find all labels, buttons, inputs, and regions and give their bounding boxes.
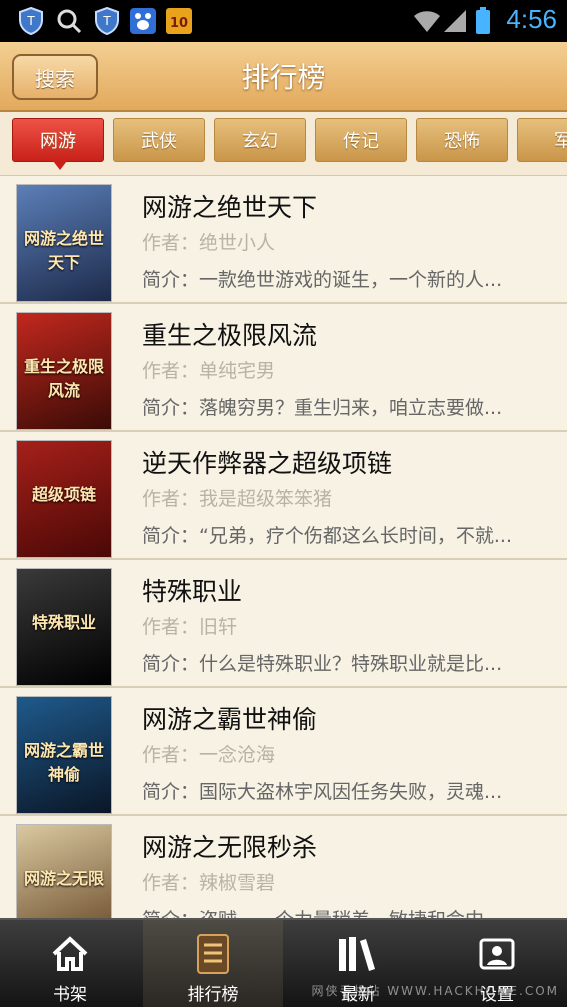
book-title: 网游之霸世神偷: [142, 705, 318, 734]
book-title: 特殊职业: [142, 577, 243, 606]
svg-text:T: T: [26, 14, 35, 28]
book-author: 作者：旧轩: [142, 616, 238, 638]
nav-bookshelf[interactable]: 书架: [0, 920, 140, 1007]
tab-wangyou[interactable]: 网游: [12, 118, 104, 170]
bottom-nav: 书架 排行榜 最新 设置 网侠手机站 WWW.HACKHOME.COM: [0, 918, 567, 1007]
wifi-icon: [412, 6, 442, 36]
book-intro: 简介：一款绝世游戏的诞生，一个新的人...: [142, 269, 503, 291]
book-cover: 特殊职业: [16, 568, 112, 686]
book-cover: 重生之极限风流: [16, 312, 112, 430]
book-cover: 网游之霸世神偷: [16, 696, 112, 814]
book-intro: 简介：什么是特殊职业？特殊职业就是比...: [142, 653, 503, 675]
book-author: 作者：单纯宅男: [142, 360, 276, 382]
shield-icon: T: [92, 6, 122, 36]
book-cover: 超级项链: [16, 440, 112, 558]
list-book-icon: [191, 932, 235, 976]
shield-icon: T: [16, 6, 46, 36]
battery-icon: [468, 6, 498, 36]
book-author: 作者：绝世小人: [142, 232, 276, 254]
tab-wuxia[interactable]: 武侠: [113, 118, 205, 162]
book-intro: 简介：国际大盗林宇风因任务失败，灵魂...: [142, 781, 503, 803]
book-title: 网游之无限秒杀: [142, 833, 318, 862]
list-item[interactable]: 网游之霸世神偷 网游之霸世神偷 作者：一念沧海 简介：国际大盗林宇风因任务失败，…: [0, 688, 567, 816]
tab-xuanhuan[interactable]: 玄幻: [214, 118, 306, 162]
list-item[interactable]: 重生之极限风流 重生之极限风流 作者：单纯宅男 简介：落魄穷男？重生归来，咱立志…: [0, 304, 567, 432]
tab-jun[interactable]: 军: [517, 118, 567, 162]
book-cover: 网游之绝世天下: [16, 184, 112, 302]
book-title: 逆天作弊器之超级项链: [142, 449, 393, 478]
book-author: 作者：辣椒雪碧: [142, 872, 276, 894]
search-icon: [54, 6, 84, 36]
list-item[interactable]: 网游之无限 网游之无限秒杀 作者：辣椒雪碧 简介：盗贼，一个力量稍差，敏捷和命中…: [0, 816, 567, 918]
app-icon: 10: [164, 6, 194, 36]
page-title: 排行榜: [241, 61, 326, 94]
book-title: 网游之绝世天下: [142, 193, 318, 222]
clock: 4:56: [506, 4, 557, 34]
book-intro: 简介：盗贼，一个力量稍差，敏捷和命中...: [142, 905, 552, 918]
status-bar: T T 10 4:56: [0, 0, 567, 42]
svg-text:T: T: [102, 14, 111, 28]
tab-kongbu[interactable]: 恐怖: [416, 118, 508, 162]
book-cover: 网游之无限: [16, 824, 112, 918]
nav-ranking[interactable]: 排行榜: [143, 920, 283, 1007]
settings-icon: [475, 932, 519, 976]
list-item[interactable]: 网游之绝世天下 网游之绝世天下 作者：绝世小人 简介：一款绝世游戏的诞生，一个新…: [0, 176, 567, 304]
books-icon: [336, 932, 380, 976]
book-author: 作者：一念沧海: [142, 744, 276, 766]
category-tabs: 网游 武侠 玄幻 传记 恐怖 军: [0, 112, 567, 176]
home-icon: [48, 932, 92, 976]
book-title: 重生之极限风流: [142, 321, 318, 350]
svg-text:10: 10: [170, 16, 188, 31]
header-bar: 搜索 排行榜: [0, 42, 567, 112]
tab-zhuanji[interactable]: 传记: [315, 118, 407, 162]
list-item[interactable]: 特殊职业 特殊职业 作者：旧轩 简介：什么是特殊职业？特殊职业就是比...: [0, 560, 567, 688]
list-item[interactable]: 超级项链 逆天作弊器之超级项链 作者：我是超级笨笨猪 简介：“兄弟，疗个伤都这么…: [0, 432, 567, 560]
book-intro: 简介：“兄弟，疗个伤都这么长时间，不就...: [142, 525, 512, 547]
book-author: 作者：我是超级笨笨猪: [142, 488, 333, 510]
signal-icon: [440, 6, 470, 36]
watermark: 网侠手机站 WWW.HACKHOME.COM: [311, 984, 559, 998]
book-list: 网游之绝世天下 网游之绝世天下 作者：绝世小人 简介：一款绝世游戏的诞生，一个新…: [0, 176, 567, 918]
book-intro: 简介：落魄穷男？重生归来，咱立志要做...: [142, 397, 503, 419]
baidu-paw-icon: [128, 6, 158, 36]
